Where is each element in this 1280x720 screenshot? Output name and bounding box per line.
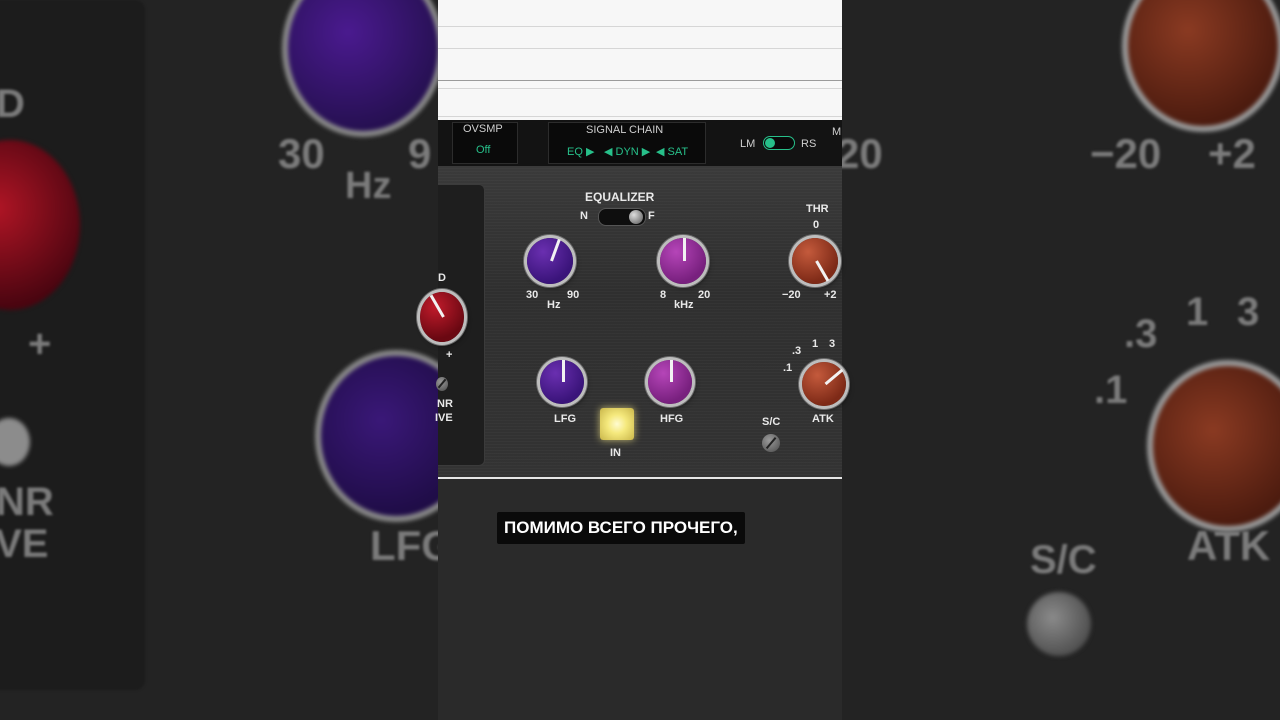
low-freq-max: 90 — [567, 289, 580, 301]
bg-label-30: 30 — [278, 130, 325, 177]
lfg-knob[interactable] — [540, 360, 584, 404]
bg-tick-3: 1 — [1186, 290, 1209, 334]
knob-indicator — [670, 360, 673, 382]
bg-tick-2: .3 — [1124, 312, 1158, 356]
lm-label: LM — [740, 138, 756, 150]
bg-purple-knob-bottom — [315, 350, 438, 522]
bottom-rule — [438, 477, 842, 479]
bg-label-9: 9 — [408, 130, 432, 177]
knob-indicator — [815, 260, 830, 282]
chain-eq[interactable]: EQ ▶ — [567, 145, 594, 158]
atk-tick-3: 1 — [812, 338, 819, 350]
knob-indicator — [824, 368, 844, 386]
divider — [438, 48, 842, 49]
signal-chain-label: SIGNAL CHAIN — [586, 124, 664, 136]
bg-label-20: 20 — [842, 130, 883, 177]
high-freq-max: 20 — [698, 289, 711, 301]
knob-indicator — [562, 360, 565, 382]
bg-label-sc: S/C — [1030, 538, 1097, 582]
knob-indicator — [683, 238, 686, 261]
atk-tick-4: 3 — [829, 338, 836, 350]
divider — [438, 80, 842, 81]
attack-knob[interactable] — [802, 362, 846, 406]
bg-tick-1: .1 — [1094, 368, 1128, 412]
atk-label: ATK — [812, 413, 834, 425]
thr-max: +2 — [824, 289, 837, 301]
bg-label-hz: Hz — [345, 165, 392, 207]
background-left: D 30 9 Hz + NR IVE LFG — [0, 0, 438, 720]
cut-label: M — [832, 126, 842, 138]
divider — [438, 26, 842, 27]
bg-orange-knob-bottom — [1147, 360, 1280, 532]
equalizer-title: EQUALIZER — [585, 190, 655, 204]
knob-indicator — [550, 238, 561, 262]
hfg-knob[interactable] — [648, 360, 692, 404]
drive-label: IVE — [435, 412, 453, 424]
bg-label-lfg: LFG — [370, 522, 438, 569]
bg-screw — [1027, 592, 1091, 656]
chain-dyn[interactable]: ◀ DYN ▶ — [604, 145, 650, 158]
bg-label-atk: ATK — [1187, 522, 1271, 569]
background-right: 20 −20 +2 .1 .3 1 3 S/C ATK — [842, 0, 1280, 720]
low-freq-knob[interactable] — [527, 238, 573, 284]
divider — [438, 116, 842, 117]
high-freq-knob[interactable] — [660, 238, 706, 284]
bg-purple-knob-top — [282, 0, 438, 137]
low-freq-min: 30 — [526, 289, 539, 301]
sc-label: S/C — [762, 416, 781, 428]
nr-toggle[interactable] — [436, 377, 448, 391]
low-freq-unit: Hz — [547, 299, 561, 311]
atk-tick-2: .3 — [792, 345, 802, 357]
d-label: D — [438, 272, 446, 284]
f-label: F — [648, 210, 655, 222]
rs-label: RS — [801, 138, 817, 150]
chain-sat[interactable]: ◀ SAT — [656, 145, 688, 158]
bg-orange-knob-top — [1122, 0, 1280, 132]
ovsmp-value[interactable]: Off — [476, 144, 490, 156]
high-freq-min: 8 — [660, 289, 667, 301]
sc-screw[interactable] — [762, 434, 780, 452]
bg-label-nr: NR — [0, 480, 54, 524]
ovsmp-label: OVSMP — [463, 123, 503, 135]
bg-label-minus20: −20 — [1090, 130, 1162, 177]
hfg-label: HFG — [660, 413, 684, 425]
thr-min: −20 — [782, 289, 801, 301]
bg-label-plus: + — [28, 322, 52, 366]
nr-label: NR — [437, 398, 453, 410]
bg-tick-4: 3 — [1237, 290, 1260, 334]
eq-in-button[interactable] — [600, 408, 634, 440]
plus-label: + — [446, 349, 453, 361]
atk-tick-1: .1 — [783, 362, 793, 374]
threshold-knob[interactable] — [792, 238, 838, 284]
high-freq-unit: kHz — [674, 299, 694, 311]
knob-indicator — [429, 294, 445, 318]
divider — [438, 88, 842, 89]
top-bar — [438, 0, 842, 120]
lm-rs-switch[interactable] — [763, 136, 795, 150]
bg-label-ive: IVE — [0, 522, 49, 566]
lfg-label: LFG — [554, 413, 576, 425]
toggle-dot — [629, 210, 643, 224]
bg-label-plus2: +2 — [1208, 130, 1256, 177]
thr-label: THR — [806, 203, 829, 215]
n-label: N — [580, 210, 588, 222]
in-label: IN — [610, 447, 621, 459]
thr-zero: 0 — [813, 219, 820, 231]
drive-knob[interactable] — [420, 292, 464, 342]
bg-label-d: D — [0, 82, 25, 126]
eq-mode-toggle[interactable] — [598, 208, 646, 226]
switch-dot — [765, 138, 775, 148]
subtitle-caption: ПОМИМО ВСЕГО ПРОЧЕГО, — [497, 512, 745, 544]
